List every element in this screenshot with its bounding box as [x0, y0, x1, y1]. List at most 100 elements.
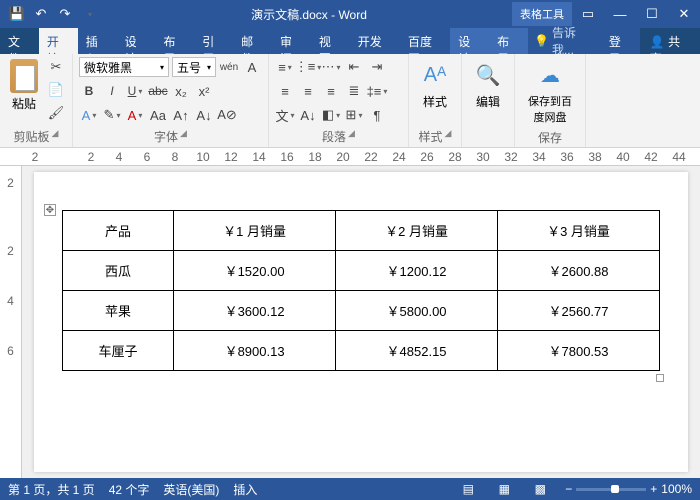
- zoom-in-icon[interactable]: +: [650, 482, 657, 496]
- vertical-ruler[interactable]: 2246: [0, 166, 22, 478]
- paragraph-launcher-icon[interactable]: ◢: [348, 128, 355, 145]
- minimize-icon[interactable]: ―: [604, 0, 636, 28]
- tab-baidu[interactable]: 百度网: [400, 28, 450, 54]
- clipboard-launcher-icon[interactable]: ◢: [52, 128, 59, 145]
- status-lang[interactable]: 英语(美国): [163, 481, 219, 498]
- tab-developer[interactable]: 开发工: [350, 28, 400, 54]
- styles-button[interactable]: Aᴬ 样式: [415, 57, 455, 112]
- shrink-font-icon[interactable]: A↓: [194, 105, 214, 125]
- zoom-out-icon[interactable]: −: [565, 482, 572, 496]
- align-left-icon[interactable]: ≡: [275, 81, 295, 101]
- table-header[interactable]: 产品: [63, 211, 174, 251]
- print-layout-icon[interactable]: ▦: [493, 480, 515, 498]
- save-baidu-button[interactable]: ☁ 保存到百度网盘: [521, 57, 579, 127]
- tab-file[interactable]: 文件: [0, 28, 39, 54]
- italic-icon[interactable]: I: [102, 81, 122, 101]
- styles-launcher-icon[interactable]: ◢: [445, 128, 452, 145]
- underline-icon[interactable]: U: [125, 81, 145, 101]
- status-page[interactable]: 第 1 页，共 1 页: [8, 481, 95, 498]
- status-words[interactable]: 42 个字: [109, 481, 150, 498]
- tab-view[interactable]: 视图: [311, 28, 350, 54]
- line-spacing-icon[interactable]: ‡≡: [367, 81, 387, 101]
- phonetic-icon[interactable]: wén: [219, 57, 239, 77]
- tab-home[interactable]: 开始: [39, 28, 78, 54]
- font-color-icon[interactable]: A: [125, 105, 145, 125]
- table-cell[interactable]: ￥2560.77: [498, 291, 660, 331]
- font-size-select[interactable]: 五号▾: [172, 57, 216, 77]
- char-shading-icon[interactable]: Aa: [148, 105, 168, 125]
- tell-me[interactable]: 💡告诉我...: [528, 28, 601, 54]
- zoom-slider[interactable]: [576, 488, 646, 491]
- web-layout-icon[interactable]: ▩: [529, 480, 551, 498]
- page-canvas[interactable]: ✥ 产品 ￥1 月销量 ￥2 月销量 ￥3 月销量 西瓜 ￥1520.00 ￥1…: [34, 172, 688, 472]
- clear-format-icon[interactable]: A⊘: [217, 105, 237, 125]
- table-resize-handle[interactable]: [656, 374, 664, 382]
- zoom-level[interactable]: 100%: [661, 482, 692, 496]
- qat-more-icon[interactable]: [78, 3, 100, 25]
- table-header[interactable]: ￥1 月销量: [174, 211, 336, 251]
- tab-mail[interactable]: 邮件: [233, 28, 272, 54]
- tab-design[interactable]: 设计: [117, 28, 156, 54]
- table-cell[interactable]: ￥5800.00: [336, 291, 498, 331]
- show-marks-icon[interactable]: ¶: [367, 105, 387, 125]
- login-button[interactable]: 登录: [601, 28, 640, 54]
- font-name-select[interactable]: 微软雅黑▾: [79, 57, 169, 77]
- tab-layout[interactable]: 布局: [155, 28, 194, 54]
- copy-icon[interactable]: 📄: [46, 80, 66, 100]
- table-cell[interactable]: 苹果: [63, 291, 174, 331]
- share-button[interactable]: 👤 共享: [640, 28, 700, 54]
- table-anchor-icon[interactable]: ✥: [44, 204, 56, 216]
- highlight-icon[interactable]: ✎: [102, 105, 122, 125]
- align-center-icon[interactable]: ≡: [298, 81, 318, 101]
- tab-review[interactable]: 审阅: [272, 28, 311, 54]
- cut-icon[interactable]: ✂: [46, 57, 66, 77]
- sort-icon[interactable]: A↓: [298, 105, 318, 125]
- strike-icon[interactable]: abc: [148, 81, 168, 101]
- table-cell[interactable]: ￥1200.12: [336, 251, 498, 291]
- table-cell[interactable]: 西瓜: [63, 251, 174, 291]
- text-direction-icon[interactable]: 文: [275, 105, 295, 125]
- numbering-icon[interactable]: ⋮≡: [298, 57, 318, 77]
- char-border-icon[interactable]: A: [242, 57, 262, 77]
- table-header[interactable]: ￥2 月销量: [336, 211, 498, 251]
- redo-icon[interactable]: ↷: [54, 3, 76, 25]
- justify-icon[interactable]: ≣: [344, 81, 364, 101]
- decrease-indent-icon[interactable]: ⇤: [344, 57, 364, 77]
- undo-icon[interactable]: ↶: [30, 3, 52, 25]
- close-icon[interactable]: ✕: [668, 0, 700, 28]
- text-effects-icon[interactable]: A: [79, 105, 99, 125]
- status-mode[interactable]: 插入: [233, 481, 257, 498]
- tab-insert[interactable]: 插入: [78, 28, 117, 54]
- grow-font-icon[interactable]: A↑: [171, 105, 191, 125]
- save-icon[interactable]: 💾: [6, 3, 28, 25]
- font-launcher-icon[interactable]: ◢: [180, 128, 187, 145]
- borders-icon[interactable]: ⊞: [344, 105, 364, 125]
- table-cell[interactable]: ￥2600.88: [498, 251, 660, 291]
- horizontal-ruler[interactable]: 2246810121416182022242628303234363840424…: [0, 148, 700, 166]
- table-cell[interactable]: ￥4852.15: [336, 331, 498, 371]
- bullets-icon[interactable]: ≡: [275, 57, 295, 77]
- table-cell[interactable]: ￥1520.00: [174, 251, 336, 291]
- multilevel-icon[interactable]: ⋯: [321, 57, 341, 77]
- editing-button[interactable]: 🔍 编辑: [468, 57, 508, 112]
- bold-icon[interactable]: B: [79, 81, 99, 101]
- data-table[interactable]: 产品 ￥1 月销量 ￥2 月销量 ￥3 月销量 西瓜 ￥1520.00 ￥120…: [62, 210, 660, 371]
- read-mode-icon[interactable]: ▤: [457, 480, 479, 498]
- table-cell[interactable]: ￥3600.12: [174, 291, 336, 331]
- table-header[interactable]: ￥3 月销量: [498, 211, 660, 251]
- shading-icon[interactable]: ◧: [321, 105, 341, 125]
- subscript-icon[interactable]: x₂: [171, 81, 191, 101]
- tab-references[interactable]: 引用: [194, 28, 233, 54]
- paste-button[interactable]: 粘贴: [6, 57, 42, 114]
- increase-indent-icon[interactable]: ⇥: [367, 57, 387, 77]
- align-right-icon[interactable]: ≡: [321, 81, 341, 101]
- tab-table-design[interactable]: 设计: [450, 28, 489, 54]
- table-cell[interactable]: ￥8900.13: [174, 331, 336, 371]
- table-cell[interactable]: 车厘子: [63, 331, 174, 371]
- tab-table-layout[interactable]: 布局: [489, 28, 528, 54]
- maximize-icon[interactable]: ☐: [636, 0, 668, 28]
- format-painter-icon[interactable]: 🖌: [46, 103, 66, 123]
- group-clipboard: 粘贴 ✂ 📄 🖌 剪贴板◢: [0, 54, 73, 147]
- superscript-icon[interactable]: x²: [194, 81, 214, 101]
- table-cell[interactable]: ￥7800.53: [498, 331, 660, 371]
